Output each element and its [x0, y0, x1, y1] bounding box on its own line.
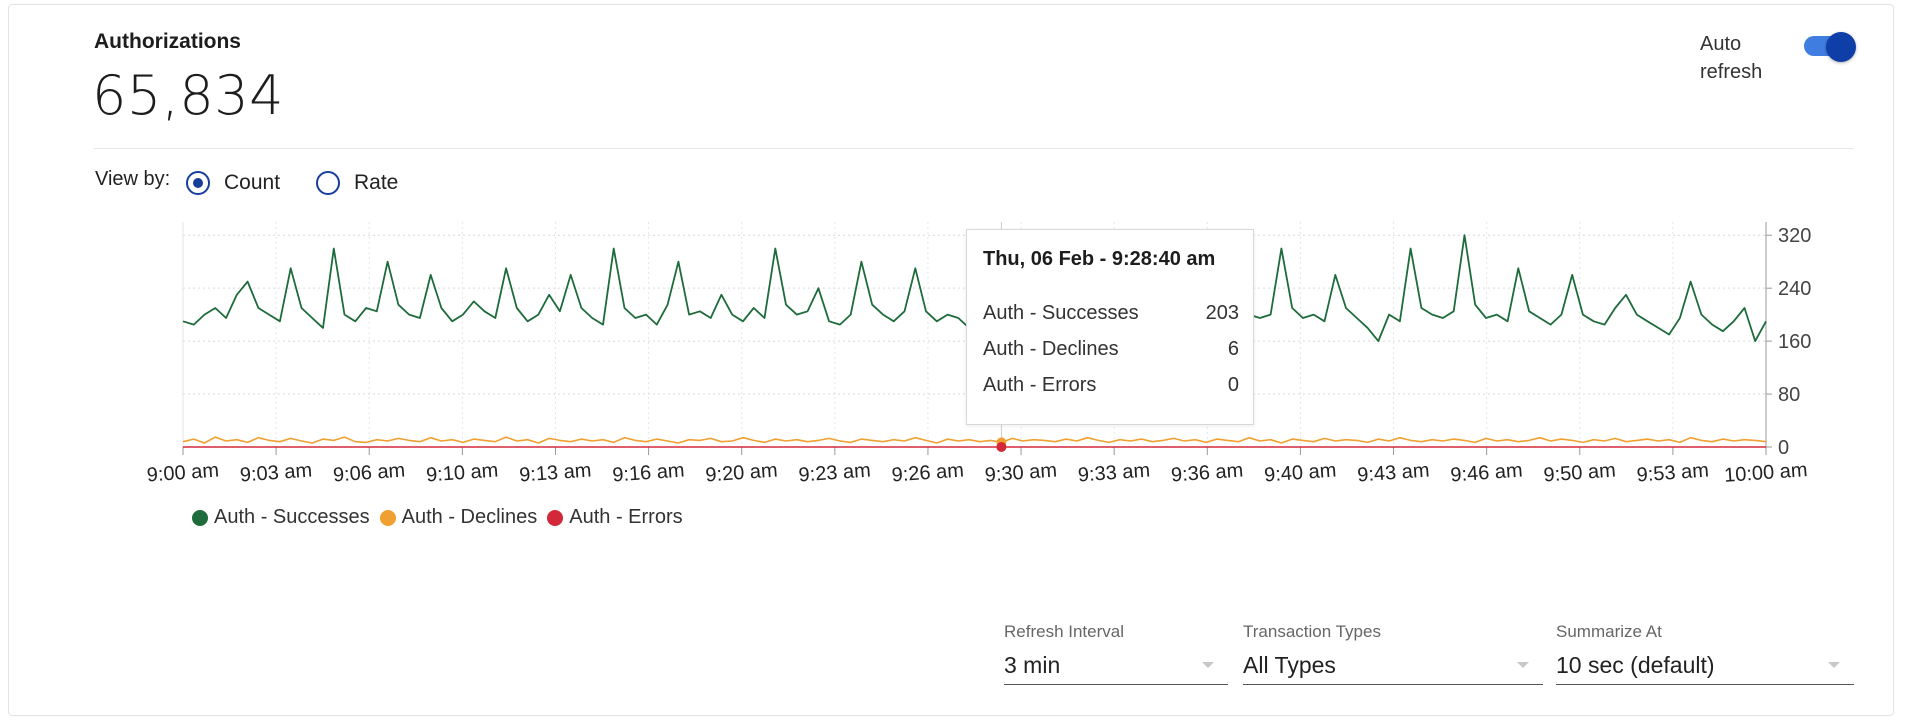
chevron-down-icon [1202, 662, 1214, 668]
chart-legend: Auth - Successes Auth - Declines Auth - … [192, 506, 693, 529]
x-tick-label: 9:50 am [1543, 460, 1617, 487]
tooltip-row-successes: Auth - Successes 203 [983, 302, 1239, 325]
hover-point [996, 442, 1007, 452]
x-tick-label: 9:16 am [612, 460, 686, 487]
summarize-at-label: Summarize At [1556, 622, 1662, 641]
legend-dot [379, 509, 396, 526]
x-tick-label: 9:43 am [1357, 460, 1431, 487]
transaction-types-select[interactable]: All Types [1243, 650, 1543, 685]
x-tick-label: 9:30 am [984, 460, 1058, 487]
x-tick-label: 10:00 am [1723, 459, 1808, 487]
tooltip-row-errors: Auth - Errors 0 [983, 374, 1239, 397]
tooltip-title: Thu, 06 Feb - 9:28:40 am [983, 248, 1216, 270]
chart-tooltip: Thu, 06 Feb - 9:28:40 am Auth - Successe… [966, 229, 1254, 425]
x-tick-label: 9:00 am [146, 460, 220, 487]
x-tick-label: 9:26 am [891, 460, 965, 487]
refresh-interval-select[interactable]: 3 min [1004, 650, 1228, 685]
chevron-down-icon [1517, 662, 1529, 668]
x-tick-label: 9:03 am [239, 460, 313, 487]
summarize-at-select[interactable]: 10 sec (default) [1556, 650, 1854, 685]
refresh-interval-value: 3 min [1004, 652, 1061, 678]
refresh-interval-label: Refresh Interval [1004, 622, 1124, 641]
tooltip-row-declines: Auth - Declines 6 [983, 338, 1239, 361]
x-tick-label: 9:10 am [425, 460, 499, 487]
y-tick-label: 240 [1778, 278, 1811, 300]
series-line [182, 436, 1767, 444]
tooltip-label: Auth - Declines [983, 338, 1119, 360]
tooltip-label: Auth - Errors [983, 374, 1097, 396]
transaction-types-label: Transaction Types [1243, 622, 1381, 641]
y-tick-label: 80 [1778, 384, 1800, 406]
legend-item-declines[interactable]: Auth - Declines [379, 506, 538, 529]
authorizations-line-chart[interactable]: 0 80 160 240 320 9:00 am 9:03 am 9:06 am 9:10 am… [0, 0, 1906, 725]
x-tick-label: 9:06 am [332, 460, 406, 487]
y-tick-label: 320 [1778, 225, 1811, 247]
tooltip-value: 6 [1227, 338, 1239, 360]
summarize-at-value: 10 sec (default) [1556, 652, 1715, 678]
legend-label: Auth - Declines [401, 506, 538, 528]
x-tick-label: 9:36 am [1170, 460, 1244, 487]
x-tick-label: 9:40 am [1263, 460, 1337, 487]
x-tick-label: 9:53 am [1636, 460, 1710, 487]
y-tick-label: 160 [1778, 331, 1811, 353]
chevron-down-icon [1828, 662, 1840, 668]
legend-dot [547, 509, 564, 526]
tooltip-value: 203 [1205, 302, 1239, 324]
y-tick-label: 0 [1778, 437, 1789, 459]
legend-item-successes[interactable]: Auth - Successes [192, 506, 370, 529]
legend-item-errors[interactable]: Auth - Errors [547, 506, 683, 529]
tooltip-label: Auth - Successes [983, 302, 1139, 324]
x-tick-label: 9:13 am [519, 460, 593, 487]
refresh-interval-field: Refresh Interval 3 min [1004, 622, 1228, 685]
transaction-types-field: Transaction Types All Types [1243, 622, 1543, 685]
summarize-at-field: Summarize At 10 sec (default) [1556, 622, 1854, 685]
x-tick-label: 9:23 am [798, 460, 872, 487]
legend-dot [192, 509, 208, 526]
legend-label: Auth - Errors [569, 506, 683, 528]
legend-label: Auth - Successes [214, 506, 370, 528]
x-tick-label: 9:20 am [705, 460, 779, 487]
transaction-types-value: All Types [1243, 652, 1336, 678]
x-tick-label: 9:33 am [1077, 460, 1151, 487]
tooltip-value: 0 [1227, 374, 1239, 396]
x-tick-label: 9:46 am [1450, 460, 1524, 487]
